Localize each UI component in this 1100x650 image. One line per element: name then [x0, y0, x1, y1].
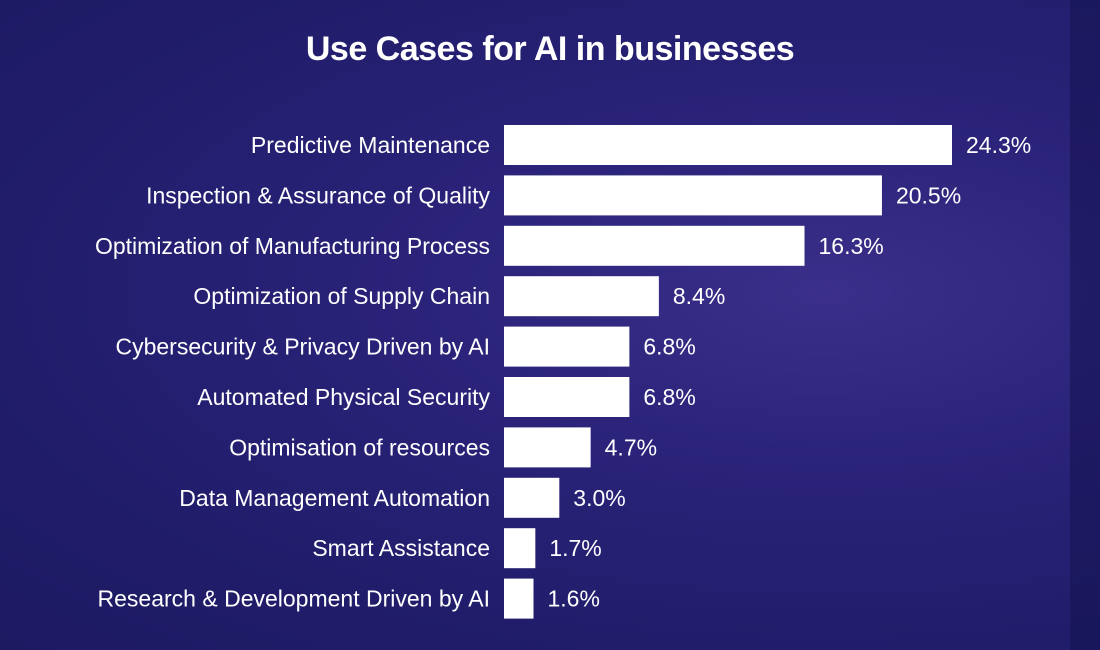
- bar: [504, 125, 952, 165]
- category-label: Optimization of Manufacturing Process: [95, 233, 490, 259]
- category-label: Inspection & Assurance of Quality: [146, 182, 490, 208]
- value-label: 6.8%: [643, 334, 695, 360]
- category-label: Cybersecurity & Privacy Driven by AI: [115, 334, 490, 360]
- bar: [504, 175, 882, 216]
- bar: [504, 528, 536, 569]
- value-label: 24.3%: [966, 132, 1031, 158]
- value-label: 1.7%: [549, 535, 601, 561]
- bar: [504, 326, 630, 367]
- category-label: Automated Physical Security: [197, 384, 490, 410]
- bar: [504, 377, 630, 417]
- value-label: 16.3%: [819, 233, 884, 259]
- value-label: 4.7%: [605, 434, 657, 460]
- bar: [504, 578, 534, 619]
- category-label: Data Management Automation: [179, 485, 490, 511]
- value-label: 20.5%: [896, 182, 961, 208]
- value-label: 1.6%: [547, 586, 599, 612]
- bar: [504, 276, 659, 317]
- value-label: 8.4%: [673, 283, 725, 309]
- bar: [504, 477, 560, 518]
- category-label: Predictive Maintenance: [251, 132, 490, 158]
- category-label: Optimization of Supply Chain: [193, 283, 490, 309]
- value-label: 6.8%: [643, 384, 695, 410]
- category-label: Smart Assistance: [312, 535, 490, 561]
- bar: [504, 427, 591, 468]
- category-label: Research & Development Driven by AI: [98, 586, 490, 612]
- category-label: Optimisation of resources: [229, 434, 490, 460]
- bar: [504, 225, 805, 266]
- value-label: 3.0%: [573, 485, 625, 511]
- bar-chart: Predictive Maintenance 24.3% Inspection & …: [95, 125, 1031, 619]
